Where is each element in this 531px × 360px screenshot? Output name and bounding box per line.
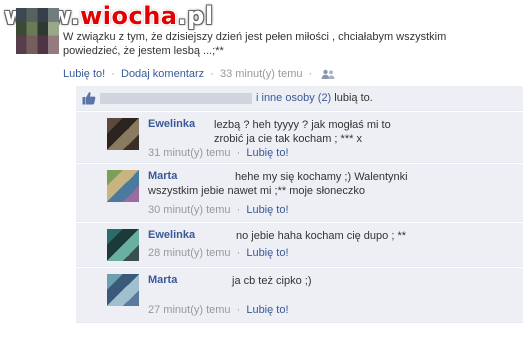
- meta-separator: ·: [210, 68, 214, 80]
- meta-separator: ·: [236, 147, 241, 159]
- comment-text: ja cb też cipko ;): [232, 275, 312, 287]
- meta-separator: ·: [308, 68, 313, 80]
- comment-time[interactable]: 27 minut(y) temu: [148, 304, 231, 316]
- post-like-link[interactable]: Lubię to!: [63, 68, 105, 80]
- commenter-avatar[interactable]: [107, 274, 139, 306]
- thumbs-up-icon: [82, 92, 96, 105]
- comment-like-link[interactable]: Lubię to!: [246, 204, 288, 216]
- comment-item: Marta hehe my się kochamy ;) Walentynki …: [76, 164, 523, 222]
- comment-time[interactable]: 28 minut(y) temu: [148, 247, 231, 259]
- likes-bar: i inne osoby (2) lubią to.: [76, 86, 523, 111]
- commenter-avatar[interactable]: [107, 170, 139, 202]
- post-meta: Lubię to! · Dodaj komentarz · 33 minut(y…: [63, 68, 335, 80]
- meta-separator: ·: [236, 304, 241, 316]
- comment-item: Ewelinka lezbą ? heh tyyyy ? jak mogłaś …: [76, 112, 523, 163]
- comment-item: Marta ja cb też cipko ;) 27 minut(y) tem…: [76, 268, 523, 323]
- comment-meta: 30 minut(y) temu · Lubię to!: [148, 204, 289, 216]
- comment-item: Ewelinka no jebie haha kocham cię dupo ;…: [76, 223, 523, 267]
- commenter-avatar[interactable]: [107, 118, 139, 150]
- commenter-avatar[interactable]: [107, 229, 139, 261]
- comment-time[interactable]: 30 minut(y) temu: [148, 204, 231, 216]
- comment-like-link[interactable]: Lubię to!: [246, 247, 288, 259]
- meta-separator: ·: [236, 247, 241, 259]
- liker-names-redacted: [100, 93, 252, 104]
- comment-time[interactable]: 31 minut(y) temu: [148, 147, 231, 159]
- post-text: W związku z tym, że dzisiejszy dzień jes…: [63, 31, 447, 57]
- comment-meta: 27 minut(y) temu · Lubię to!: [148, 304, 289, 316]
- comment-like-link[interactable]: Lubię to!: [246, 304, 288, 316]
- people-icon[interactable]: [321, 69, 335, 80]
- comment-text: lezbą ? heh tyyyy ? jak mogłaś mi to zro…: [214, 119, 391, 145]
- comment-like-link[interactable]: Lubię to!: [246, 147, 288, 159]
- meta-separator: ·: [236, 204, 241, 216]
- likes-summary: i inne osoby (2) lubią to.: [256, 92, 373, 104]
- post-author-avatar[interactable]: [16, 8, 59, 54]
- meta-separator: ·: [111, 68, 115, 80]
- post-time[interactable]: 33 minut(y) temu: [220, 68, 303, 80]
- comment-meta: 31 minut(y) temu · Lubię to!: [148, 147, 289, 159]
- comment-meta: 28 minut(y) temu · Lubię to!: [148, 247, 289, 259]
- comment-text: hehe my się kochamy ;) Walentynki wszyst…: [148, 171, 408, 197]
- others-liked-link[interactable]: i inne osoby (2): [256, 92, 331, 104]
- comment-text: no jebie haha kocham cię dupo ; **: [236, 230, 407, 242]
- add-comment-link[interactable]: Dodaj komentarz: [121, 68, 204, 80]
